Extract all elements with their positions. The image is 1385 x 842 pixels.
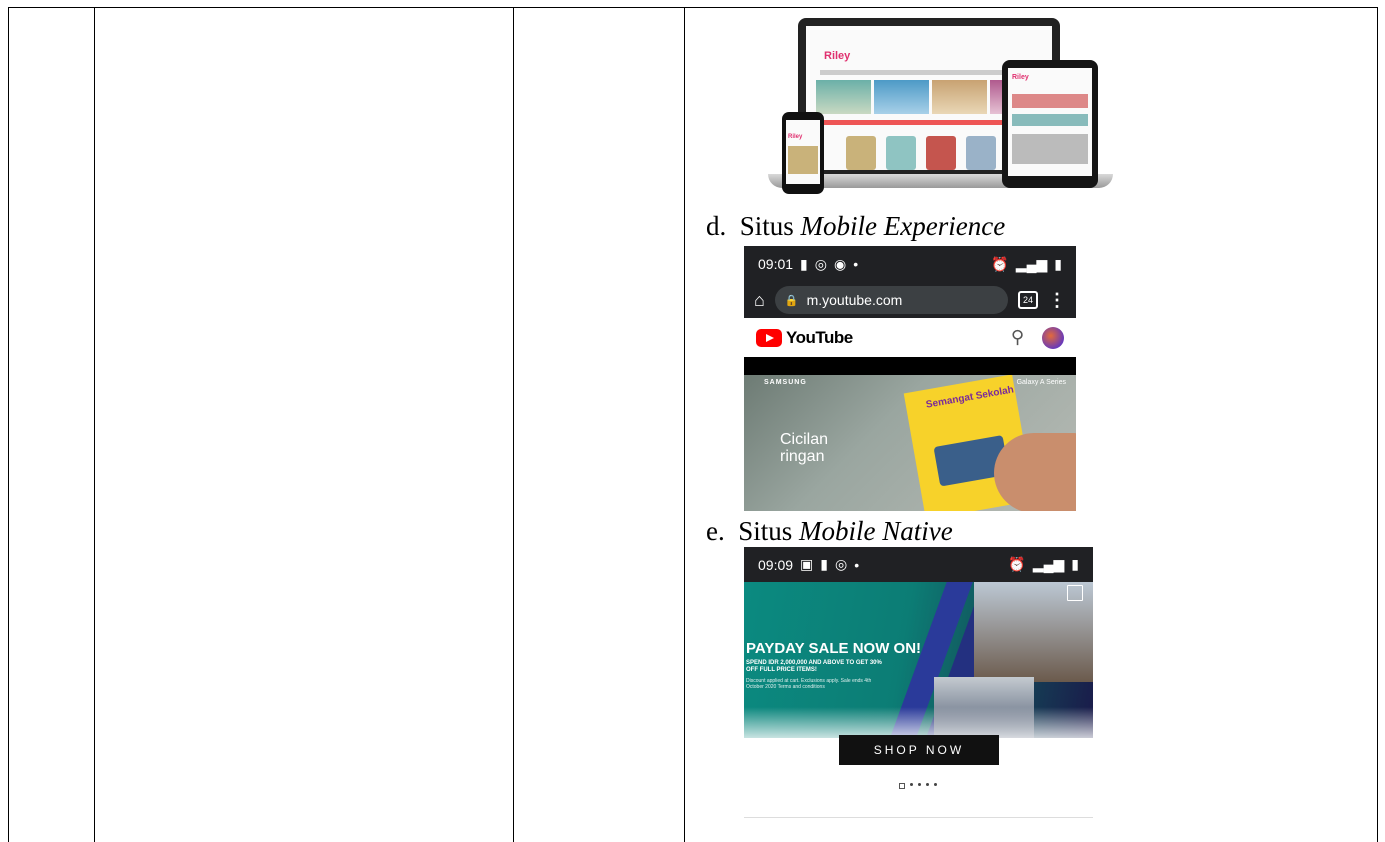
table-column-divider-2: [513, 7, 514, 842]
site-banner-2: [874, 80, 929, 114]
tablet-site-logo: Riley: [1012, 74, 1029, 81]
message-icon: ▮: [800, 255, 808, 272]
table-border-top: [8, 7, 1378, 8]
carousel-dots: [899, 783, 937, 789]
carousel-dot[interactable]: [918, 783, 921, 786]
tab-count-button[interactable]: 24: [1018, 291, 1038, 309]
more-menu-icon[interactable]: ⋮: [1048, 290, 1066, 311]
status-bar: 09:01 ▮ ◎ ◉ • ⏰ ▂▄▆ ▮: [744, 246, 1076, 282]
caption-d-prefix: Situs: [739, 211, 794, 241]
caption-e-marker: e.: [706, 516, 725, 546]
hand-image: [994, 433, 1076, 511]
lock-icon: 🔒: [784, 294, 799, 307]
flyer-title: Semangat Sekolah: [925, 384, 1015, 411]
dot-icon: •: [853, 256, 859, 272]
caption-e: e. Situs Mobile Native: [706, 516, 953, 547]
carousel-dot[interactable]: [934, 783, 937, 786]
phone-thumb: [788, 146, 818, 174]
youtube-play-icon: [756, 328, 782, 347]
status-time: 09:01: [758, 256, 794, 272]
shopping-bag-icon[interactable]: [1067, 585, 1083, 601]
youtube-logo[interactable]: YouTube: [756, 328, 853, 348]
ad-brand: SAMSUNG: [764, 379, 807, 386]
caption-d-marker: d.: [706, 211, 727, 241]
caption-e-prefix: Situs: [738, 516, 793, 546]
shop-now-button[interactable]: SHOP NOW: [839, 735, 999, 765]
ad-top-strip: [744, 357, 1076, 375]
tablet-screen-content: Riley: [1008, 68, 1092, 176]
alarm-icon: ⏰: [1008, 556, 1026, 572]
alarm-icon: ⏰: [991, 255, 1009, 272]
product-thumb: [886, 136, 916, 170]
battery-icon: ▮: [1054, 255, 1062, 272]
avatar[interactable]: [1042, 326, 1064, 349]
banner-subhead: SPEND IDR 2,000,000 AND ABOVE TO GET 30%…: [746, 660, 882, 673]
whatsapp-icon: ◉: [833, 255, 847, 272]
ad-promo-text: Cicilan ringan: [780, 431, 828, 465]
browser-url-bar: ⌂ 🔒 m.youtube.com 24 ⋮: [744, 282, 1076, 318]
status-bar: 09:09 ▣ ▮ ◎ • ⏰ ▂▄▆ ▮: [744, 547, 1093, 582]
ad-series: Galaxy A Series: [1016, 379, 1066, 386]
home-icon[interactable]: ⌂: [754, 290, 765, 311]
banner-headline: PAYDAY SALE NOW ON!: [746, 640, 922, 657]
product-thumb: [926, 136, 956, 170]
message-icon: ▮: [820, 556, 828, 572]
address-field[interactable]: 🔒 m.youtube.com: [774, 286, 1008, 314]
responsive-devices-image: Riley Riley Riley: [768, 14, 1118, 199]
carousel-dot-active[interactable]: [899, 783, 905, 789]
table-column-divider-1: [94, 7, 95, 842]
phone-site-logo: Riley: [788, 134, 803, 140]
signal-icon: ▂▄▆: [1032, 556, 1065, 572]
gallery-icon: ▣: [800, 556, 814, 572]
youtube-header: YouTube ⚲: [744, 318, 1076, 357]
banner-disclaimer: Discount applied at cart. Exclusions app…: [746, 678, 872, 690]
carousel-dot[interactable]: [910, 783, 913, 786]
instagram-icon: ◎: [814, 255, 827, 272]
battery-icon: ▮: [1071, 556, 1079, 572]
site-banner-3: [932, 80, 987, 114]
content-divider: [744, 817, 1093, 818]
signal-icon: ▂▄▆: [1015, 255, 1048, 272]
ad-promo-line-1: Cicilan: [780, 431, 829, 448]
youtube-mobile-screenshot: 09:01 ▮ ◎ ◉ • ⏰ ▂▄▆ ▮ ⌂ 🔒 m.youtube.com …: [744, 246, 1076, 511]
carousel-dot[interactable]: [926, 783, 929, 786]
caption-d: d. Situs Mobile Experience: [706, 211, 1005, 242]
phone-device: Riley: [782, 112, 824, 194]
url-text: m.youtube.com: [806, 292, 903, 308]
ad-promo-line-2: ringan: [780, 448, 825, 465]
site-logo: Riley: [824, 50, 851, 62]
tablet-banner: [1012, 94, 1088, 108]
caption-e-italic: Mobile Native: [799, 516, 953, 546]
samsung-ad-banner[interactable]: SAMSUNG Galaxy A Series Cicilan ringan S…: [744, 375, 1076, 511]
tablet-device: Riley: [1002, 60, 1098, 188]
caption-d-italic: Mobile Experience: [800, 211, 1006, 241]
dot-icon: •: [854, 556, 860, 573]
product-thumb: [846, 136, 876, 170]
search-icon[interactable]: ⚲: [1011, 327, 1024, 348]
table-column-divider-3: [684, 7, 685, 842]
tablet-banner: [1012, 114, 1088, 126]
youtube-logo-text: YouTube: [786, 327, 853, 347]
instagram-icon: ◎: [835, 556, 848, 572]
site-banner-1: [816, 80, 871, 114]
native-app-screenshot: 09:09 ▣ ▮ ◎ • ⏰ ▂▄▆ ▮ PAYDAY SALE NOW ON…: [744, 547, 1093, 820]
table-border-right: [1377, 7, 1378, 842]
product-thumb: [966, 136, 996, 170]
phone-screen-content: Riley: [786, 120, 820, 184]
tablet-products: [1012, 134, 1088, 164]
status-time: 09:09: [758, 556, 794, 573]
table-border-left: [8, 7, 9, 842]
